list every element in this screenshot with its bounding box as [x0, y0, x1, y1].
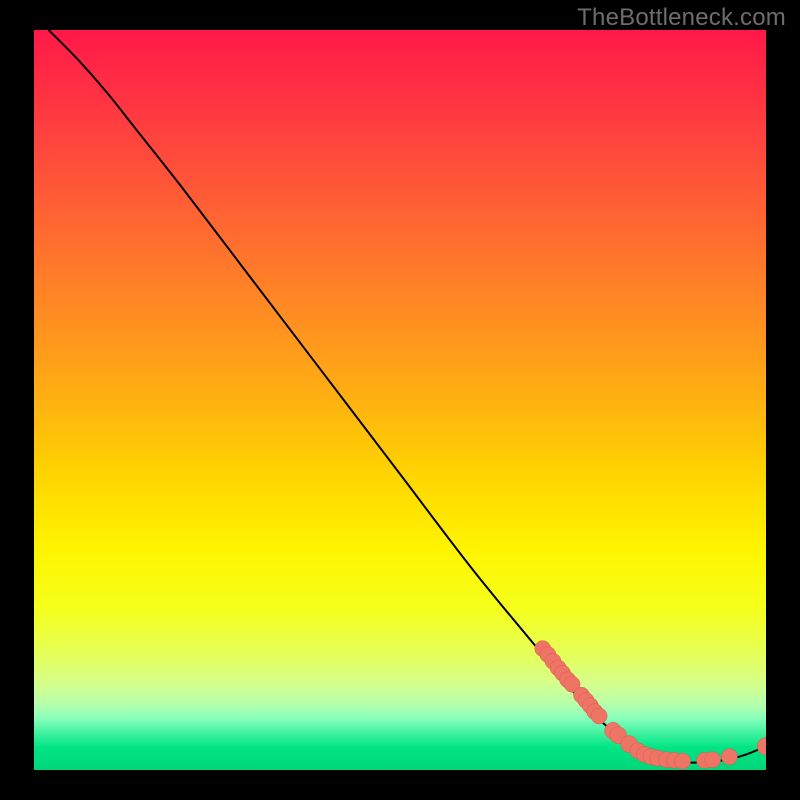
watermark-text: TheBottleneck.com [577, 4, 786, 32]
data-point [675, 753, 691, 769]
gradient-background [34, 30, 766, 770]
data-point [721, 749, 737, 765]
data-point [591, 708, 607, 724]
chart-stage: TheBottleneck.com [0, 0, 800, 800]
data-point [705, 752, 721, 768]
plot-svg [34, 30, 766, 770]
plot-area [34, 30, 766, 770]
